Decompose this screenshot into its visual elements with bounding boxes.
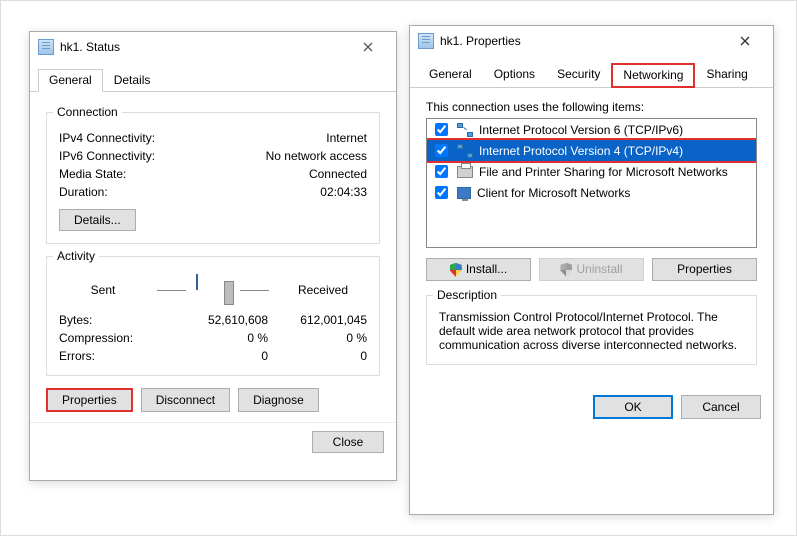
network-icon	[457, 123, 473, 137]
conn-list-label: This connection uses the following items…	[426, 100, 757, 114]
item-properties-button[interactable]: Properties	[652, 258, 757, 281]
status-body: Connection IPv4 Connectivity: Internet IP…	[30, 92, 396, 422]
duration-value: 02:04:33	[320, 185, 367, 199]
compression-sent: 0 %	[169, 331, 268, 345]
cancel-button[interactable]: Cancel	[681, 395, 761, 419]
ipv6-label: IPv6 Connectivity:	[59, 149, 155, 163]
disconnect-button[interactable]: Disconnect	[141, 388, 230, 412]
status-title: hk1. Status	[60, 40, 348, 54]
props-footer: OK Cancel	[410, 387, 773, 431]
shield-icon	[560, 263, 572, 277]
item-checkbox[interactable]	[435, 165, 448, 178]
list-item[interactable]: File and Printer Sharing for Microsoft N…	[427, 161, 756, 182]
properties-button[interactable]: Properties	[46, 388, 133, 412]
divider-left	[157, 290, 186, 291]
adapter-icon	[38, 39, 54, 55]
install-button[interactable]: Install...	[426, 258, 531, 281]
bytes-sent: 52,610,608	[169, 313, 268, 327]
tab-sharing[interactable]: Sharing	[695, 63, 758, 88]
divider-right	[240, 290, 269, 291]
props-tabstrip: General Options Security Networking Shar…	[410, 56, 773, 88]
list-item[interactable]: Internet Protocol Version 4 (TCP/IPv4)	[427, 140, 756, 161]
item-label: File and Printer Sharing for Microsoft N…	[479, 165, 728, 179]
connection-legend: Connection	[53, 105, 122, 119]
item-checkbox[interactable]	[435, 144, 448, 157]
connection-group: Connection IPv4 Connectivity:Internet IP…	[46, 112, 380, 244]
item-checkbox[interactable]	[435, 186, 448, 199]
diagnose-button[interactable]: Diagnose	[238, 388, 319, 412]
description-group: Description Transmission Control Protoco…	[426, 295, 757, 365]
received-label: Received	[279, 283, 367, 297]
media-label: Media State:	[59, 167, 126, 181]
printer-icon	[457, 166, 473, 178]
shield-icon	[450, 263, 462, 277]
list-item[interactable]: Internet Protocol Version 6 (TCP/IPv6)	[427, 119, 756, 140]
bytes-recv: 612,001,045	[268, 313, 367, 327]
item-label: Internet Protocol Version 6 (TCP/IPv6)	[479, 123, 683, 137]
activity-group: Activity Sent Received Bytes: 52,610,608…	[46, 256, 380, 376]
status-window: hk1. Status General Details Connection I…	[29, 31, 397, 481]
details-button[interactable]: Details...	[59, 209, 136, 231]
list-item[interactable]: Client for Microsoft Networks	[427, 182, 756, 203]
status-actions: Properties Disconnect Diagnose	[46, 388, 380, 412]
description-legend: Description	[433, 288, 501, 302]
media-value: Connected	[309, 167, 367, 181]
uninstall-label: Uninstall	[576, 262, 622, 276]
tab-options[interactable]: Options	[483, 63, 546, 88]
network-icon	[457, 144, 473, 158]
status-footer: Close	[30, 422, 396, 465]
errors-sent: 0	[169, 349, 268, 363]
item-label: Internet Protocol Version 4 (TCP/IPv4)	[479, 144, 683, 158]
item-label: Client for Microsoft Networks	[477, 186, 630, 200]
uninstall-button: Uninstall	[539, 258, 644, 281]
tab-security[interactable]: Security	[546, 63, 611, 88]
adapter-icon	[418, 33, 434, 49]
close-icon[interactable]	[348, 36, 388, 58]
ok-button[interactable]: OK	[593, 395, 673, 419]
props-body: This connection uses the following items…	[410, 88, 773, 387]
tab-general[interactable]: General	[38, 69, 103, 92]
ipv6-value: No network access	[266, 149, 367, 163]
duration-label: Duration:	[59, 185, 108, 199]
status-titlebar[interactable]: hk1. Status	[30, 32, 396, 62]
close-button[interactable]: Close	[312, 431, 384, 453]
tab-general[interactable]: General	[418, 63, 483, 88]
bytes-label: Bytes:	[59, 313, 169, 327]
connection-items-list[interactable]: Internet Protocol Version 6 (TCP/IPv6) In…	[426, 118, 757, 248]
properties-window: hk1. Properties General Options Security…	[409, 25, 774, 515]
ipv4-value: Internet	[326, 131, 367, 145]
compression-label: Compression:	[59, 331, 169, 345]
close-icon[interactable]	[725, 30, 765, 52]
client-icon	[457, 187, 471, 199]
tab-networking[interactable]: Networking	[611, 63, 695, 88]
computer-icon	[196, 275, 229, 305]
errors-recv: 0	[268, 349, 367, 363]
sent-label: Sent	[59, 283, 147, 297]
status-tabstrip: General Details	[30, 62, 396, 92]
props-titlebar[interactable]: hk1. Properties	[410, 26, 773, 56]
item-checkbox[interactable]	[435, 123, 448, 136]
compression-recv: 0 %	[268, 331, 367, 345]
activity-legend: Activity	[53, 249, 99, 263]
errors-label: Errors:	[59, 349, 169, 363]
props-title: hk1. Properties	[440, 34, 725, 48]
install-label: Install...	[466, 262, 507, 276]
ipv4-label: IPv4 Connectivity:	[59, 131, 155, 145]
description-text: Transmission Control Protocol/Internet P…	[439, 310, 744, 352]
tab-details[interactable]: Details	[103, 69, 162, 92]
